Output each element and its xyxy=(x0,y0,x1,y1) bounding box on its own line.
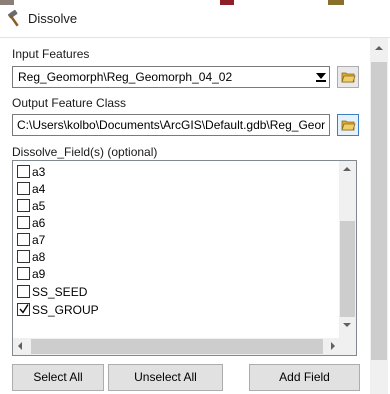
scroll-up-arrow-icon[interactable] xyxy=(343,167,351,171)
output-feature-class-value: C:\Users\kolbo\Documents\ArcGIS\Default.… xyxy=(17,118,326,132)
output-feature-class-label: Output Feature Class xyxy=(12,96,127,110)
list-item-label: a3 xyxy=(32,165,46,179)
browse-input-button[interactable] xyxy=(337,66,359,88)
scroll-up-arrow-icon[interactable] xyxy=(375,46,383,50)
add-field-button[interactable]: Add Field xyxy=(249,364,360,391)
title-strip-decoration xyxy=(328,0,344,5)
browse-output-button[interactable] xyxy=(337,114,359,136)
list-item-label: SS_SEED xyxy=(32,285,88,299)
checkbox[interactable] xyxy=(17,267,30,280)
dropdown-arrow-icon[interactable] xyxy=(316,73,326,79)
dissolve-fields-label: Dissolve_Field(s) (optional) xyxy=(12,145,158,159)
list-item-label: a9 xyxy=(32,267,46,281)
list-item-label: a4 xyxy=(32,182,46,196)
scroll-left-arrow-icon[interactable] xyxy=(18,342,22,350)
window-title: Dissolve xyxy=(28,11,78,26)
checkmark-icon xyxy=(19,304,29,314)
dissolve-dialog: Dissolve Input Features Reg_Geomorph\Reg… xyxy=(0,0,390,394)
input-features-label: Input Features xyxy=(12,47,90,61)
list-horizontal-scrollbar[interactable] xyxy=(13,338,341,355)
scroll-right-arrow-icon[interactable] xyxy=(331,342,335,350)
dissolve-fields-list[interactable]: a3 a4 a5 a6 a7 a8 a9 SS_SEED SS_GROUP xyxy=(12,160,357,356)
input-features-value: Reg_Geomorph\Reg_Geomorph_04_02 xyxy=(18,70,233,84)
checkbox[interactable] xyxy=(17,165,30,178)
checkbox[interactable] xyxy=(17,285,30,298)
checkbox[interactable] xyxy=(17,250,30,263)
unselect-all-button[interactable]: Unselect All xyxy=(108,364,223,391)
title-strip-decoration xyxy=(0,0,14,5)
select-all-button[interactable]: Select All xyxy=(12,364,104,391)
checkbox[interactable] xyxy=(17,199,30,212)
checkbox[interactable] xyxy=(17,216,30,229)
list-vertical-scroll-thumb[interactable] xyxy=(340,221,355,317)
output-feature-class-field[interactable]: C:\Users\kolbo\Documents\ArcGIS\Default.… xyxy=(12,114,330,136)
title-bar: Dissolve xyxy=(0,0,390,38)
list-item-label: a7 xyxy=(32,233,46,247)
title-strip-decoration xyxy=(220,0,234,5)
checkbox-checked[interactable] xyxy=(17,303,30,316)
folder-open-icon xyxy=(341,120,356,131)
list-item-label: a8 xyxy=(32,250,46,264)
dialog-scroll-thumb[interactable] xyxy=(371,62,387,360)
checkbox[interactable] xyxy=(17,233,30,246)
scroll-down-arrow-icon[interactable] xyxy=(343,323,351,327)
input-features-combobox[interactable]: Reg_Geomorph\Reg_Geomorph_04_02 xyxy=(12,66,330,88)
folder-open-icon xyxy=(341,72,356,83)
list-item-label: a5 xyxy=(32,199,46,213)
list-horizontal-scroll-thumb[interactable] xyxy=(31,339,323,354)
dialog-vertical-scrollbar[interactable] xyxy=(370,38,388,394)
checkbox[interactable] xyxy=(17,182,30,195)
dropdown-arrow-bar xyxy=(316,80,326,82)
list-item-label: SS_GROUP xyxy=(32,303,99,317)
list-vertical-scrollbar[interactable] xyxy=(339,161,356,339)
hammer-icon xyxy=(6,9,24,27)
list-item-label: a6 xyxy=(32,216,46,230)
scrollbar-corner xyxy=(339,338,356,355)
